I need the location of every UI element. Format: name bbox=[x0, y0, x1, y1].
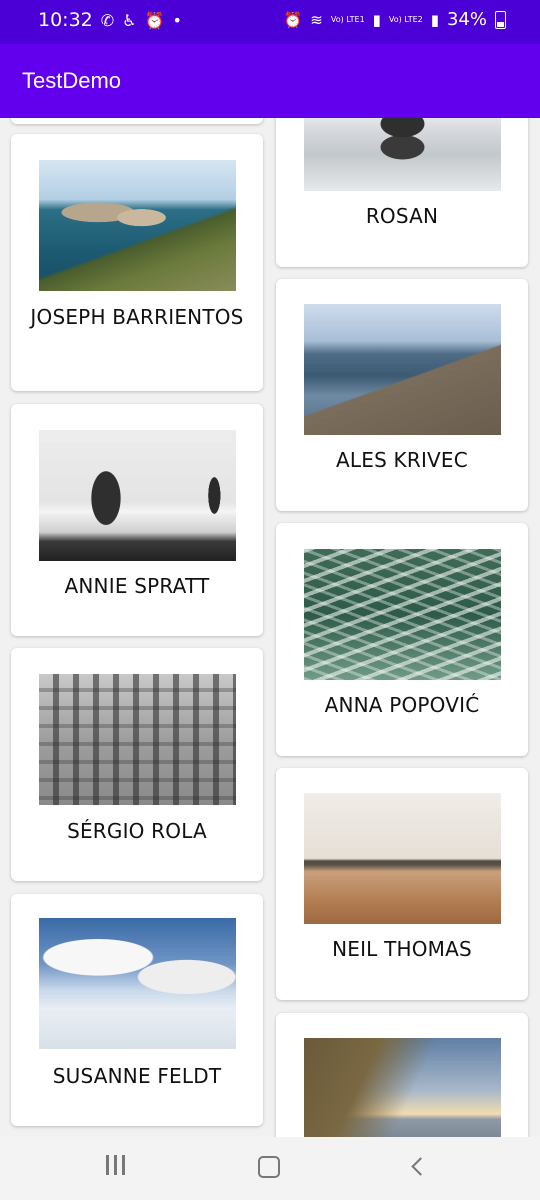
status-right: ⏰ ≋ Vo) LTE1 ▮ Vo) LTE2 ▮ 34% bbox=[284, 9, 506, 30]
card-name: JOSEPH BARRIENTOS bbox=[30, 305, 244, 329]
card-name: SÉRGIO ROLA bbox=[67, 819, 207, 843]
card-coastal-cliffs[interactable] bbox=[276, 1013, 528, 1137]
battery-percent: 34% bbox=[446, 9, 487, 30]
volte1-label: Vo) LTE1 bbox=[330, 14, 365, 24]
card-name: ROSAN bbox=[365, 204, 439, 228]
wifi-icon: ≋ bbox=[310, 10, 323, 29]
cloud-reflection-photo bbox=[39, 918, 236, 1049]
app-title: TestDemo bbox=[22, 68, 122, 93]
sea-stacks-photo bbox=[39, 430, 236, 561]
dot-icon: • bbox=[172, 10, 182, 30]
weathered-building-photo bbox=[39, 674, 236, 805]
recent-apps-button[interactable] bbox=[106, 1155, 128, 1175]
staggered-grid[interactable]: JOSEPH BARRIENTOS ANNIE SPRATT SÉRGIO RO… bbox=[0, 118, 540, 1137]
alarm-icon: ⏰ bbox=[144, 10, 165, 30]
beach-sunset-photo bbox=[304, 793, 501, 924]
accessibility-icon: ♿ bbox=[122, 10, 137, 30]
card-name: ANNA POPOVIĆ bbox=[324, 693, 480, 717]
rock-reflection-photo bbox=[304, 118, 501, 191]
coastal-cliffs-photo bbox=[304, 1038, 501, 1137]
signal-icon: ▮ bbox=[430, 10, 439, 29]
card-name: SUSANNE FELDT bbox=[52, 1064, 222, 1088]
alarm-icon: ⏰ bbox=[283, 10, 303, 29]
card-joseph-barrientos[interactable]: JOSEPH BARRIENTOS bbox=[11, 134, 263, 391]
status-bar: 10:32 ✆ ♿ ⏰ • ⏰ ≋ Vo) LTE1 ▮ Vo) LTE2 ▮ … bbox=[0, 0, 540, 44]
app-bar: TestDemo bbox=[0, 44, 540, 118]
card-anna-popovic[interactable]: ANNA POPOVIĆ bbox=[276, 523, 528, 756]
home-button[interactable] bbox=[258, 1156, 280, 1178]
card-susanne-feldt[interactable]: SUSANNE FELDT bbox=[11, 894, 263, 1126]
card-name: ANNIE SPRATT bbox=[64, 574, 210, 598]
battery-icon bbox=[495, 10, 506, 29]
card-name: NEIL THOMAS bbox=[332, 937, 472, 961]
back-button[interactable] bbox=[411, 1157, 430, 1176]
card-neil-thomas[interactable]: NEIL THOMAS bbox=[276, 768, 528, 1000]
status-left: 10:32 ✆ ♿ ⏰ • bbox=[38, 9, 182, 31]
volte2-label: Vo) LTE2 bbox=[388, 14, 423, 24]
whatsapp-icon: ✆ bbox=[100, 10, 115, 30]
navigation-bar bbox=[0, 1137, 540, 1200]
card-partial[interactable] bbox=[11, 118, 263, 124]
signal-icon: ▮ bbox=[372, 10, 381, 29]
recent-apps-icon bbox=[106, 1155, 109, 1175]
card-annie-spratt[interactable]: ANNIE SPRATT bbox=[11, 404, 263, 636]
card-sergio-rola[interactable]: SÉRGIO ROLA bbox=[11, 648, 263, 881]
card-rosan[interactable]: ROSAN bbox=[276, 118, 528, 267]
card-name: ALES KRIVEC bbox=[336, 448, 468, 472]
recent-apps-icon bbox=[122, 1155, 125, 1175]
ocean-waves-photo bbox=[304, 549, 501, 680]
status-time: 10:32 bbox=[38, 9, 93, 31]
recent-apps-icon bbox=[114, 1155, 117, 1175]
card-ales-krivec[interactable]: ALES KRIVEC bbox=[276, 279, 528, 511]
rocky-coast-photo bbox=[39, 160, 236, 291]
lake-pier-photo bbox=[304, 304, 501, 435]
